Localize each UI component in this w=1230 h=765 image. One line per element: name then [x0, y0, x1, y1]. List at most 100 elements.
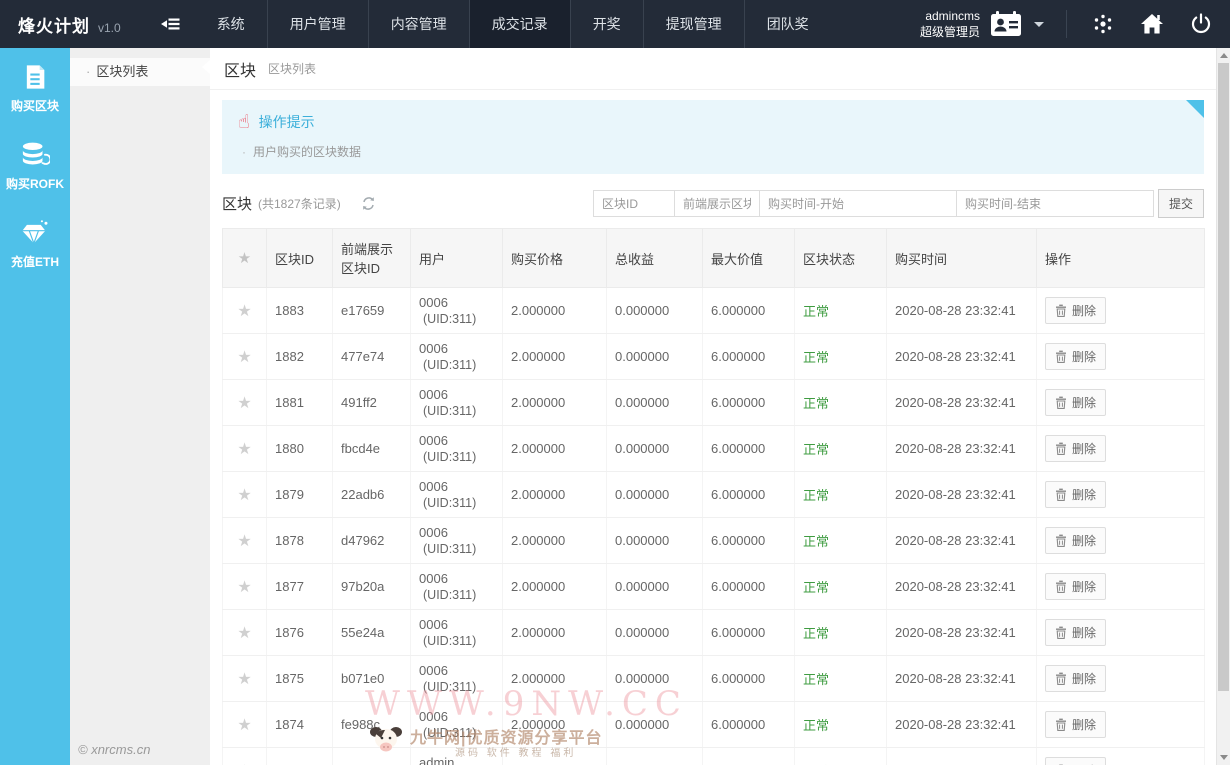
user-menu[interactable]: admincms 超级管理员: [920, 8, 1054, 40]
delete-button[interactable]: 删除: [1045, 711, 1106, 738]
profit-cell: 0.000000: [607, 748, 703, 765]
filter-bar: 提交: [593, 189, 1204, 218]
star-icon[interactable]: ★: [237, 625, 251, 642]
delete-button[interactable]: 删除: [1045, 297, 1106, 324]
status-badge: 正常: [803, 580, 829, 595]
user-cell: 0006(UID:311): [411, 610, 503, 656]
time-cell: 2020-08-28 23:32:41: [887, 656, 1037, 702]
block-id-input[interactable]: [593, 190, 675, 217]
time-end-input[interactable]: [956, 190, 1154, 217]
status-badge: 正常: [803, 304, 829, 319]
star-icon[interactable]: ★: [237, 441, 251, 458]
column-header-1: 前端展示区块ID: [333, 229, 411, 288]
nav-item-5[interactable]: 提现管理: [643, 0, 744, 48]
star-icon[interactable]: ★: [237, 717, 251, 734]
trash-icon: [1055, 718, 1067, 731]
delete-button-label: 删除: [1072, 532, 1096, 549]
delete-button-label: 删除: [1072, 716, 1096, 733]
status-badge: 正常: [803, 442, 829, 457]
block-id-cell: 1882: [267, 334, 333, 380]
table-row: ★187922adb60006(UID:311)2.0000000.000000…: [223, 472, 1205, 518]
scroll-down-arrow-icon[interactable]: [1220, 755, 1228, 760]
delete-button-label: 删除: [1072, 348, 1096, 365]
user-cell: 0006(UID:311): [411, 518, 503, 564]
sidebar-item-block-list[interactable]: ·区块列表: [70, 58, 210, 86]
column-header-8: 操作: [1037, 229, 1205, 288]
time-cell: 2020-08-28 23:32:41: [887, 380, 1037, 426]
apps-dots-icon[interactable]: [1079, 0, 1127, 48]
delete-button[interactable]: 删除: [1045, 665, 1106, 692]
max-value-cell: 6.000000: [703, 610, 795, 656]
main-content: 区块 区块列表 ☝ 操作提示 ·用户购买的区块数据 区块 (共1827条记录): [210, 48, 1216, 765]
sidebar-collapse-icon[interactable]: [161, 16, 181, 32]
sidebar-item-2[interactable]: 充值ETH: [0, 204, 70, 282]
delete-button[interactable]: 删除: [1045, 573, 1106, 600]
submenu-active-notch: [202, 60, 210, 74]
status-badge: 正常: [803, 488, 829, 503]
sidebar-item-label: 充值ETH: [11, 253, 59, 270]
vertical-scrollbar[interactable]: [1216, 48, 1230, 765]
status-cell: 正常: [795, 426, 887, 472]
nav-item-3[interactable]: 成交记录: [469, 0, 570, 48]
nav-item-4[interactable]: 开奖: [570, 0, 643, 48]
max-value-cell: 6.000000: [703, 564, 795, 610]
user-cell: 0006(UID:311): [411, 702, 503, 748]
trash-icon: [1055, 672, 1067, 685]
column-header-4: 总收益: [607, 229, 703, 288]
star-icon[interactable]: ★: [237, 303, 251, 320]
sidebar-item-0[interactable]: 购买区块: [0, 48, 70, 126]
delete-button[interactable]: 删除: [1045, 619, 1106, 646]
delete-button-label: 删除: [1072, 624, 1096, 641]
table-row: ★1878d479620006(UID:311)2.0000000.000000…: [223, 518, 1205, 564]
home-icon[interactable]: [1127, 0, 1177, 48]
front-id-cell: b071e0: [333, 656, 411, 702]
front-block-input[interactable]: [674, 190, 760, 217]
trash-icon: [1055, 350, 1067, 363]
delete-button[interactable]: 删除: [1045, 389, 1106, 416]
scroll-up-arrow-icon[interactable]: [1220, 53, 1228, 58]
delete-button-label: 删除: [1072, 440, 1096, 457]
action-cell: 删除: [1037, 334, 1205, 380]
copyright-text: © xnrcms.cn: [78, 742, 150, 757]
star-icon[interactable]: ★: [237, 487, 251, 504]
user-cell: admin(UID:108): [411, 748, 503, 765]
sidebar-item-label: 购买ROFK: [6, 175, 64, 192]
front-id-cell: e17659: [333, 288, 411, 334]
user-cell: 0006(UID:311): [411, 472, 503, 518]
star-icon[interactable]: ★: [237, 533, 251, 550]
delete-button[interactable]: 删除: [1045, 481, 1106, 508]
record-count: (共1827条记录): [258, 195, 341, 212]
front-id-cell: 491ff2: [333, 380, 411, 426]
nav-item-1[interactable]: 用户管理: [267, 0, 368, 48]
star-icon[interactable]: ★: [237, 579, 251, 596]
nav-item-0[interactable]: 系统: [195, 0, 267, 48]
scrollbar-thumb[interactable]: [1218, 63, 1229, 691]
delete-button[interactable]: 删除: [1045, 343, 1106, 370]
delete-button[interactable]: 删除: [1045, 757, 1106, 765]
pointing-hand-icon: ☝: [238, 113, 250, 132]
max-value-cell: 6.000000: [703, 748, 795, 765]
nav-item-2[interactable]: 内容管理: [368, 0, 469, 48]
sidebar-item-1[interactable]: 购买ROFK: [0, 126, 70, 204]
delete-button[interactable]: 删除: [1045, 527, 1106, 554]
max-value-cell: 6.000000: [703, 288, 795, 334]
max-value-cell: 6.000000: [703, 426, 795, 472]
column-header-2: 用户: [411, 229, 503, 288]
refresh-icon[interactable]: [361, 196, 376, 211]
user-cell: 0006(UID:311): [411, 564, 503, 610]
star-icon[interactable]: ★: [237, 671, 251, 688]
power-icon[interactable]: [1177, 0, 1230, 48]
nav-item-6[interactable]: 团队奖: [744, 0, 831, 48]
front-id-cell: fe988c: [333, 702, 411, 748]
breadcrumb-section: 区块列表: [268, 60, 316, 77]
time-start-input[interactable]: [759, 190, 957, 217]
delete-button[interactable]: 删除: [1045, 435, 1106, 462]
front-id-cell: d47962: [333, 518, 411, 564]
block-id-cell: 1877: [267, 564, 333, 610]
profit-cell: 0.000000: [607, 610, 703, 656]
submit-button[interactable]: 提交: [1158, 189, 1204, 218]
star-icon[interactable]: ★: [237, 395, 251, 412]
profit-cell: 0.000000: [607, 472, 703, 518]
star-icon[interactable]: ★: [237, 349, 251, 366]
alert-note: ·用户购买的区块数据: [238, 143, 1188, 160]
